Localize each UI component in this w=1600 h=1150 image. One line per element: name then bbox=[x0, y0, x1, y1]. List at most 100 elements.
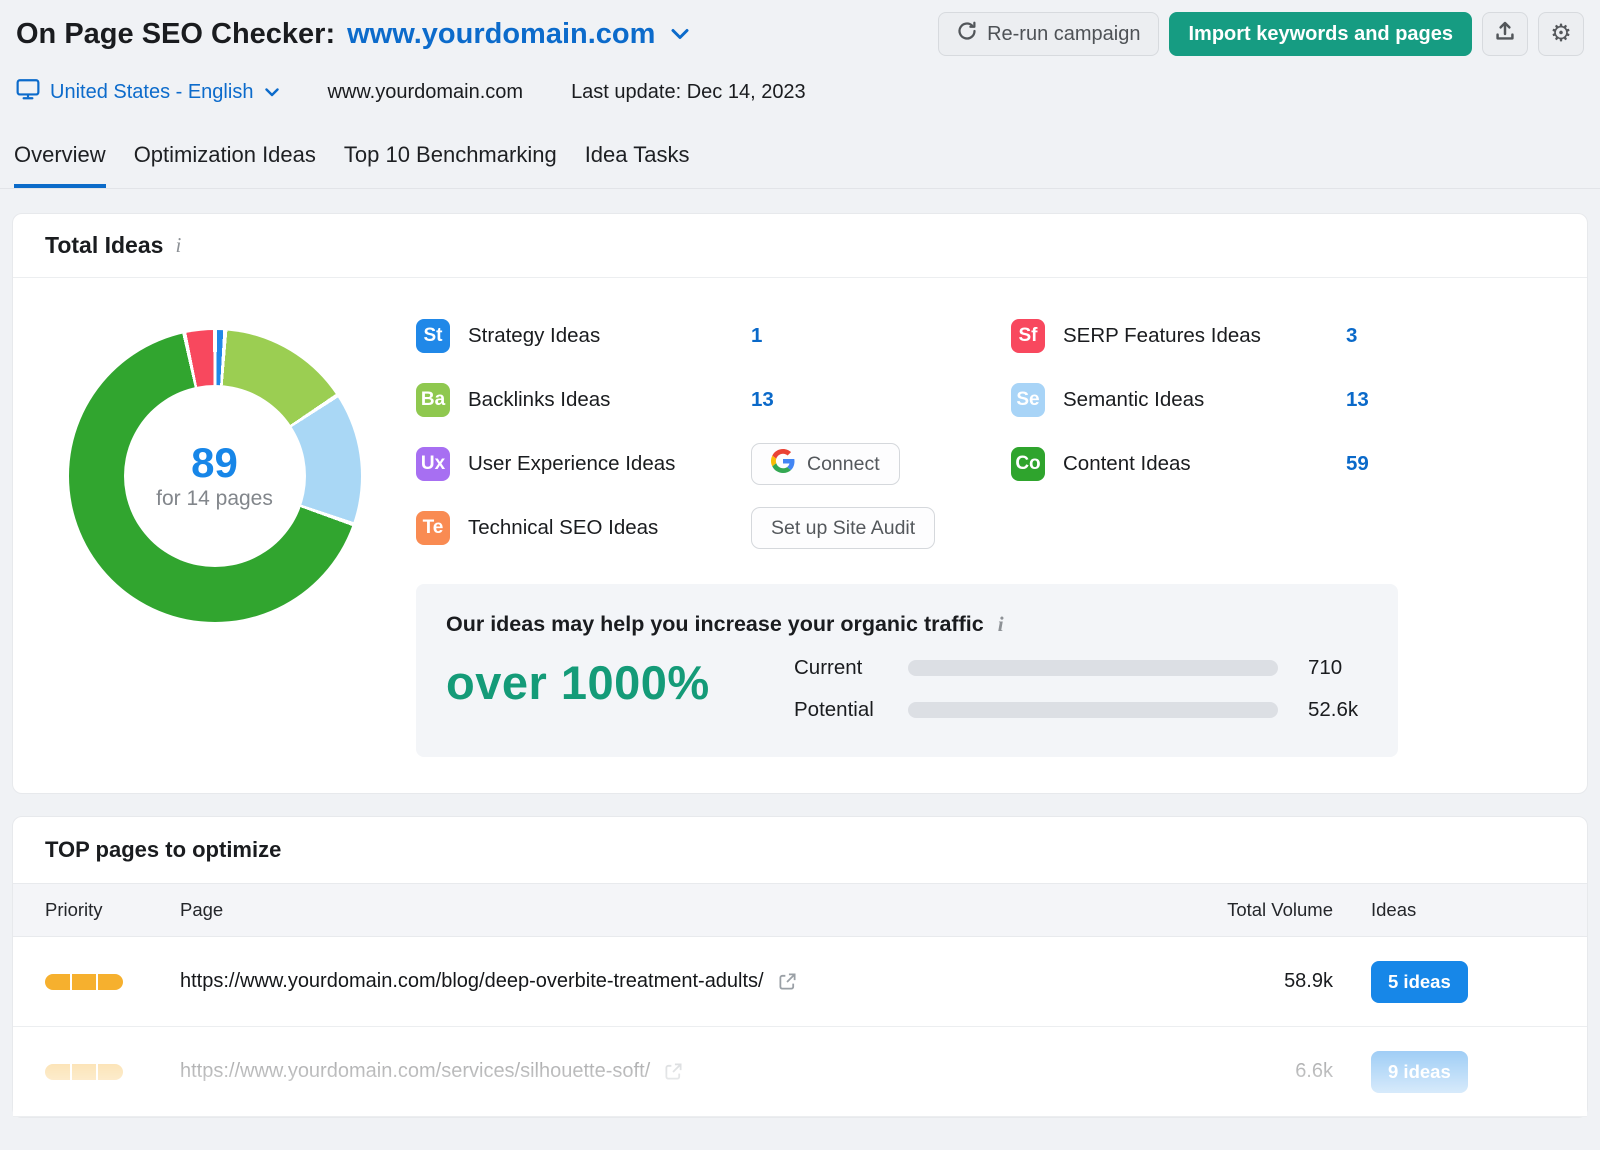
subbar: United States - English www.yourdomain.c… bbox=[0, 56, 1600, 106]
column-total-volume: Total Volume bbox=[1183, 899, 1333, 921]
priority-segment bbox=[98, 1064, 123, 1080]
chevron-down-icon[interactable] bbox=[671, 28, 689, 40]
total-ideas-card: Total Ideas i 89 for 14 pages St Strateg… bbox=[12, 213, 1588, 794]
locale-selector[interactable]: United States - English bbox=[16, 78, 279, 106]
priority-segment bbox=[98, 974, 123, 990]
setup-site-audit-button[interactable]: Set up Site Audit bbox=[751, 507, 935, 549]
donut-center: 89 for 14 pages bbox=[124, 385, 306, 567]
export-button[interactable] bbox=[1482, 12, 1528, 56]
upload-icon bbox=[1494, 20, 1516, 48]
potential-bar-track bbox=[908, 702, 1278, 718]
priority-segment bbox=[45, 974, 70, 990]
potential-traffic-row: Potential 52.6k bbox=[794, 689, 1368, 731]
total-ideas-body: 89 for 14 pages St Strategy Ideas 1 Ba B… bbox=[13, 278, 1587, 793]
technical-seo-ideas-row: Te Technical SEO Ideas Set up Site Audit bbox=[416, 506, 1011, 550]
tab-idea-tasks[interactable]: Idea Tasks bbox=[585, 142, 690, 188]
current-bar-track bbox=[908, 660, 1278, 676]
user-experience-badge: Ux bbox=[416, 447, 450, 481]
user-experience-label: User Experience Ideas bbox=[468, 452, 675, 476]
semantic-label: Semantic Ideas bbox=[1063, 388, 1204, 412]
technical-seo-label: Technical SEO Ideas bbox=[468, 516, 658, 540]
current-traffic-row: Current 710 bbox=[794, 647, 1368, 689]
donut-total-value: 89 bbox=[191, 441, 238, 485]
backlinks-badge: Ba bbox=[416, 383, 450, 417]
column-page: Page bbox=[168, 899, 1183, 921]
strategy-count[interactable]: 1 bbox=[751, 324, 762, 348]
traffic-increase-value: over 1000% bbox=[446, 645, 794, 731]
priority-segment bbox=[72, 974, 97, 990]
total-ideas-header: Total Ideas i bbox=[13, 214, 1587, 278]
serp-features-label: SERP Features Ideas bbox=[1063, 324, 1261, 348]
potential-label: Potential bbox=[794, 698, 908, 722]
priority-segment bbox=[45, 1064, 70, 1080]
top-pages-title: TOP pages to optimize bbox=[45, 837, 281, 863]
page-url: https://www.yourdomain.com/services/silh… bbox=[180, 1060, 1183, 1083]
donut-chart-wrap: 89 for 14 pages bbox=[13, 278, 416, 757]
top-pages-table-header: Priority Page Total Volume Ideas bbox=[13, 883, 1587, 937]
import-keywords-label: Import keywords and pages bbox=[1188, 23, 1453, 46]
top-pages-card: TOP pages to optimize Priority Page Tota… bbox=[12, 816, 1588, 1118]
connect-google-button[interactable]: Connect bbox=[751, 443, 900, 485]
page-url: https://www.yourdomain.com/blog/deep-ove… bbox=[180, 970, 1183, 993]
priority-indicator bbox=[45, 1064, 123, 1080]
content-badge: Co bbox=[1011, 447, 1045, 481]
current-label: Current bbox=[794, 656, 908, 680]
monitor-icon bbox=[16, 78, 40, 106]
topbar-actions: Re-run campaign Import keywords and page… bbox=[938, 12, 1584, 56]
campaign-domain-link[interactable]: www.yourdomain.com bbox=[347, 18, 655, 51]
page-url-text: https://www.yourdomain.com/services/silh… bbox=[180, 1060, 650, 1083]
serp-features-count[interactable]: 3 bbox=[1346, 324, 1357, 348]
total-volume-value: 6.6k bbox=[1183, 1060, 1333, 1083]
user-experience-ideas-row: Ux User Experience Ideas Connect bbox=[416, 442, 1011, 486]
content-label: Content Ideas bbox=[1063, 452, 1191, 476]
info-icon[interactable]: i bbox=[998, 614, 1004, 635]
ideas-column-left: St Strategy Ideas 1 Ba Backlinks Ideas 1… bbox=[416, 314, 1011, 570]
page-title: On Page SEO Checker: bbox=[16, 18, 335, 51]
refresh-icon bbox=[957, 21, 977, 47]
rerun-campaign-button[interactable]: Re-run campaign bbox=[938, 12, 1159, 56]
content-count[interactable]: 59 bbox=[1346, 452, 1369, 476]
ideas-count-button[interactable]: 9 ideas bbox=[1371, 1051, 1468, 1093]
google-g-icon bbox=[771, 449, 795, 479]
backlinks-count[interactable]: 13 bbox=[751, 388, 774, 412]
info-icon[interactable]: i bbox=[175, 235, 181, 256]
traffic-panel-title: Our ideas may help you increase your org… bbox=[446, 612, 984, 637]
ideas-column-right: Sf SERP Features Ideas 3 Se Semantic Ide… bbox=[1011, 314, 1587, 570]
donut-caption: for 14 pages bbox=[156, 487, 273, 511]
strategy-badge: St bbox=[416, 319, 450, 353]
serp-features-ideas-row: Sf SERP Features Ideas 3 bbox=[1011, 314, 1587, 358]
tab-optimization-ideas[interactable]: Optimization Ideas bbox=[134, 142, 316, 188]
gear-icon: ⚙ bbox=[1550, 22, 1572, 46]
connect-label: Connect bbox=[807, 453, 880, 476]
backlinks-label: Backlinks Ideas bbox=[468, 388, 610, 412]
rerun-campaign-label: Re-run campaign bbox=[987, 23, 1140, 46]
external-link-icon[interactable] bbox=[664, 1062, 683, 1081]
traffic-bars: Current 710 Potential 52.6k bbox=[794, 645, 1368, 731]
tab-overview[interactable]: Overview bbox=[14, 142, 106, 188]
table-row: https://www.yourdomain.com/services/silh… bbox=[13, 1027, 1587, 1117]
column-priority: Priority bbox=[45, 899, 168, 921]
settings-button[interactable]: ⚙ bbox=[1538, 12, 1584, 56]
column-ideas: Ideas bbox=[1333, 899, 1555, 921]
semantic-badge: Se bbox=[1011, 383, 1045, 417]
serp-features-badge: Sf bbox=[1011, 319, 1045, 353]
semantic-count[interactable]: 13 bbox=[1346, 388, 1369, 412]
external-link-icon[interactable] bbox=[778, 972, 797, 991]
import-keywords-button[interactable]: Import keywords and pages bbox=[1169, 12, 1472, 56]
total-ideas-title: Total Ideas bbox=[45, 232, 163, 259]
priority-indicator bbox=[45, 974, 123, 990]
semantic-ideas-row: Se Semantic Ideas 13 bbox=[1011, 378, 1587, 422]
ideas-count-button[interactable]: 5 ideas bbox=[1371, 961, 1468, 1003]
strategy-label: Strategy Ideas bbox=[468, 324, 600, 348]
last-update-text: Last update: Dec 14, 2023 bbox=[571, 81, 806, 104]
tab-top10-benchmarking[interactable]: Top 10 Benchmarking bbox=[344, 142, 557, 188]
tab-bar: Overview Optimization Ideas Top 10 Bench… bbox=[0, 106, 1600, 189]
content-ideas-row: Co Content Ideas 59 bbox=[1011, 442, 1587, 486]
technical-seo-badge: Te bbox=[416, 511, 450, 545]
table-row: https://www.yourdomain.com/blog/deep-ove… bbox=[13, 937, 1587, 1027]
strategy-ideas-row: St Strategy Ideas 1 bbox=[416, 314, 1011, 358]
top-pages-header: TOP pages to optimize bbox=[13, 817, 1587, 883]
ideas-summary: St Strategy Ideas 1 Ba Backlinks Ideas 1… bbox=[416, 278, 1587, 757]
potential-value: 52.6k bbox=[1308, 698, 1358, 722]
total-volume-value: 58.9k bbox=[1183, 970, 1333, 993]
